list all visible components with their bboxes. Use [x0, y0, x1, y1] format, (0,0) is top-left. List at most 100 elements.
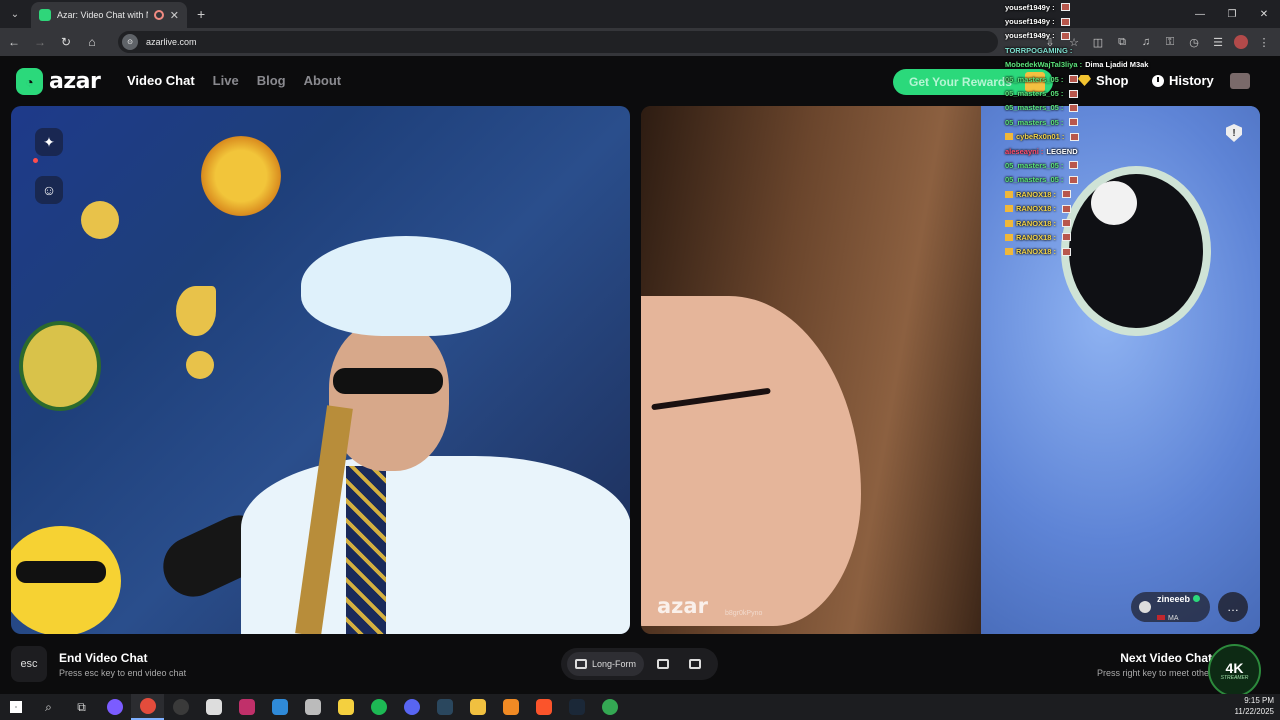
chat-username: 05_masters_05 : [1005, 74, 1064, 84]
chat-username: TORRPOGAMING : [1005, 45, 1073, 55]
forward-icon[interactable]: → [28, 30, 52, 54]
chat-username: yousef1949y : [1005, 31, 1055, 41]
azar-logo-mark-icon: ◔ [16, 68, 43, 95]
nav-video-chat[interactable]: Video Chat [127, 73, 195, 88]
nav-about[interactable]: About [304, 73, 342, 88]
layout-long-form-option[interactable]: Long-Form [567, 652, 645, 676]
streamer-logo-small: STREAMER [1220, 674, 1249, 681]
chat-username: RANOX18 : [1016, 189, 1057, 199]
taskbar-app-brave[interactable] [527, 694, 560, 720]
new-tab-icon[interactable]: + [197, 6, 205, 22]
taskbar-app-chrome2[interactable] [593, 694, 626, 720]
chrome-icon [139, 698, 156, 714]
taskbar-app-chrome[interactable] [131, 694, 164, 720]
taskbar-app-steam[interactable] [428, 694, 461, 720]
restore-icon[interactable]: ❐ [1216, 0, 1248, 28]
layout-grid-option[interactable] [682, 652, 708, 676]
task-view-icon: ⧉ [77, 699, 86, 714]
face-filter-icon[interactable]: ☺ [35, 176, 63, 204]
chat-username: 05_masters_05 : [1005, 103, 1064, 113]
verified-badge-icon [1193, 595, 1200, 602]
taskbar-app-game[interactable] [197, 694, 230, 720]
close-icon[interactable]: ✕ [1248, 0, 1280, 28]
grid-layout-icon [689, 659, 702, 669]
person-icon [1138, 601, 1151, 613]
stacked-layout-icon [657, 659, 670, 669]
taskbar-app-mail[interactable] [263, 694, 296, 720]
chat-username: 05_masters_05 : [1005, 89, 1064, 99]
partner-name: zineeeb [1156, 594, 1190, 604]
moon-decoration [186, 351, 214, 379]
chat-emote-icon [1070, 132, 1080, 141]
stream-chat-line: MobedekWajTal3liya : Dima Ljadid M3ak [1005, 58, 1205, 72]
chat-message: LEGEND [1046, 146, 1078, 156]
chat-username: yousef1949y : [1005, 2, 1055, 12]
steam2-icon [568, 699, 585, 715]
nav-live[interactable]: Live [213, 73, 239, 88]
discord-icon [403, 699, 420, 715]
chat-emote-icon [1060, 17, 1070, 26]
stream-chat-line: RANOX18 : [1005, 245, 1205, 259]
layout-switcher: Long-Form [561, 648, 718, 680]
chat-emote-icon [1069, 175, 1079, 184]
home-icon[interactable]: ⌂ [80, 30, 104, 54]
cowboy-hat [301, 236, 511, 336]
chat-username: cybeRx0n01 : [1016, 132, 1065, 142]
game-icon [205, 699, 222, 715]
taskbar-app-discord[interactable] [395, 694, 428, 720]
stream-chat-line: yousef1949y : [1005, 14, 1205, 28]
end-chat-esc-button[interactable]: esc [11, 646, 47, 682]
layout-stacked-option[interactable] [650, 652, 676, 676]
taskbar-app-cortana[interactable] [98, 694, 131, 720]
browser-tab[interactable]: Azar: Video Chat with New ✕ [31, 2, 187, 28]
chat-username: aleseayni : [1005, 146, 1044, 156]
taskbar-app-search[interactable]: ⌕ [32, 694, 65, 720]
azar-logo[interactable]: ◔ azar [16, 68, 101, 95]
partner-profile-chip[interactable]: zineeeb MA [1130, 592, 1210, 622]
address-bar[interactable]: ⊙ azarlive.com [118, 31, 998, 53]
tab-search-list-icon[interactable]: ☰ [1210, 32, 1226, 52]
stream-chat-line: RANOX18 : [1005, 216, 1205, 230]
sparkle-effects-icon[interactable]: ✦ [35, 128, 63, 156]
nav-blog[interactable]: Blog [257, 73, 286, 88]
more-menu-icon[interactable]: ⋮ [1256, 32, 1272, 52]
taskbar-app-explorer[interactable] [461, 694, 494, 720]
clock-time: 9:15 PM [1244, 696, 1274, 705]
chat-username: MobedekWajTal3liya : [1005, 60, 1083, 70]
tab-search-icon[interactable]: ⌄ [5, 4, 25, 24]
chat-username: RANOX18 : [1016, 232, 1057, 242]
chat-emote-icon [1062, 219, 1072, 228]
back-icon[interactable]: ← [2, 30, 26, 54]
moon-decoration [176, 286, 216, 336]
clock-date: 11/22/2025 [1234, 707, 1274, 716]
address-url[interactable]: azarlive.com [146, 37, 197, 47]
site-info-icon[interactable]: ⊙ [122, 34, 138, 50]
video-side-tools: ✦ ☺ [34, 128, 64, 204]
stream-chat-line: RANOX18 : [1005, 187, 1205, 201]
taskbar-app-notes[interactable] [329, 694, 362, 720]
user-avatar[interactable] [1230, 73, 1250, 89]
end-video-chat-hint: Press esc key to end video chat [59, 668, 187, 678]
crown-badge-icon [1005, 205, 1013, 213]
stream-chat-overlay: yousef1949y : yousef1949y : yousef1949y : T… [1005, 0, 1205, 259]
taskbar-app-obs[interactable] [164, 694, 197, 720]
azar-watermark: azar [657, 594, 708, 618]
taskbar-app-steam2[interactable] [560, 694, 593, 720]
taskbar-app-app[interactable] [296, 694, 329, 720]
chat-bubble-icon[interactable]: … [1218, 592, 1248, 622]
start-button[interactable] [0, 694, 32, 720]
chat-emote-icon [1069, 161, 1079, 170]
taskbar-clock[interactable]: 9:15 PM 11/22/2025 [1235, 695, 1274, 717]
end-video-chat-title: End Video Chat [59, 651, 148, 665]
profile-avatar-icon[interactable] [1234, 35, 1248, 49]
taskbar-app-task-view[interactable]: ⧉ [65, 694, 98, 720]
spotify-icon [370, 699, 387, 715]
reload-icon[interactable]: ↻ [54, 30, 78, 54]
taskbar-app-vlc[interactable] [494, 694, 527, 720]
taskbar-app-vegas[interactable] [230, 694, 263, 720]
chat-message: Dima Ljadid M3ak [1085, 60, 1149, 70]
tab-close-icon[interactable]: ✕ [170, 9, 179, 22]
taskbar-app-spotify[interactable] [362, 694, 395, 720]
chat-username: 05_masters_05 : [1005, 117, 1064, 127]
stream-chat-line: cybeRx0n01 : [1005, 130, 1205, 144]
